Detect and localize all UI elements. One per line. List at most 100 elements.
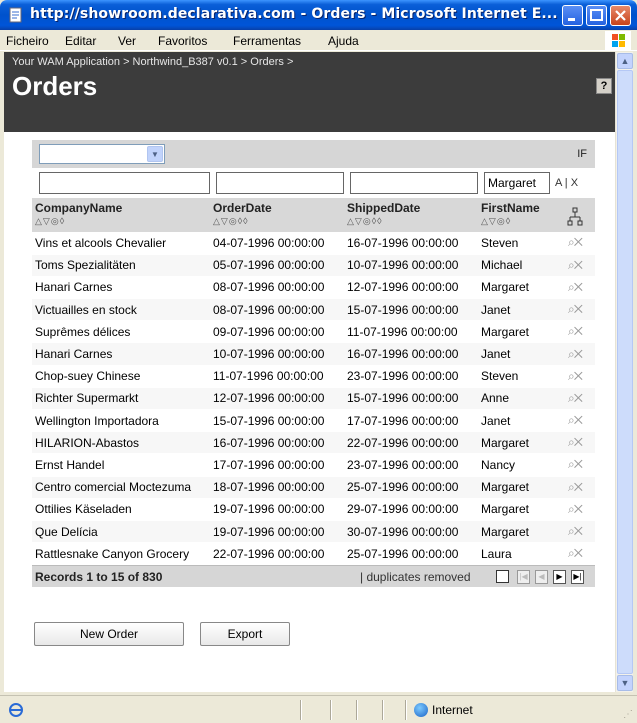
column-header-orderdate[interactable]: OrderDate △▽◎◊◊ (210, 198, 344, 232)
close-icon (615, 10, 626, 21)
row-actions: ⌕✕ (555, 320, 595, 344)
menu-ver[interactable]: Ver (118, 34, 136, 48)
resize-grip-icon[interactable]: ⋰ (623, 709, 635, 721)
status-divider (330, 700, 332, 720)
table-row[interactable]: Suprêmes délices 09-07-1996 00:00:00 11-07… (32, 320, 595, 344)
table-row[interactable]: Ottilies Käseladen 19-07-1996 00:00:00 29-… (32, 498, 595, 521)
menu-ficheiro[interactable]: Ficheiro (6, 34, 49, 48)
shippeddate-filter-input[interactable] (350, 172, 478, 194)
table-row[interactable]: Chop-suey Chinese 11-07-1996 00:00:00 23-0… (32, 365, 595, 388)
delete-x-icon[interactable]: ✕ (574, 546, 583, 560)
first-page-icon: |◀ (517, 570, 530, 585)
menu-editar[interactable]: Editar (65, 34, 96, 48)
duplicates-removed-checkbox[interactable] (496, 570, 509, 584)
delete-x-icon[interactable]: ✕ (574, 435, 583, 449)
cell-orderdate: 18-07-1996 00:00:00 (210, 476, 344, 499)
column-config-header[interactable] (555, 198, 595, 232)
company-filter-input[interactable] (39, 172, 210, 194)
delete-x-icon[interactable]: ✕ (574, 324, 583, 338)
last-page-icon[interactable]: ▶| (571, 570, 584, 585)
delete-x-icon[interactable]: ✕ (574, 413, 583, 427)
breadcrumb[interactable]: Your WAM Application > Northwind_B387 v0… (12, 56, 293, 68)
table-row[interactable]: Que Delícia 19-07-1996 00:00:00 30-07-1996… (32, 520, 595, 544)
menu-favoritos[interactable]: Favoritos (158, 34, 207, 48)
delete-x-icon[interactable]: ✕ (574, 258, 583, 272)
table-row[interactable]: Toms Spezialitäten 05-07-1996 00:00:00 10-… (32, 254, 595, 277)
table-row[interactable]: Hanari Carnes 08-07-1996 00:00:00 12-07-19… (32, 276, 595, 300)
delete-x-icon[interactable]: ✕ (574, 369, 583, 383)
cell-orderdate: 04-07-1996 00:00:00 (210, 232, 344, 255)
row-actions: ⌕✕ (555, 476, 595, 499)
row-actions: ⌕✕ (555, 409, 595, 433)
column-label[interactable]: CompanyName (35, 201, 122, 215)
if-label[interactable]: IF (577, 148, 587, 160)
table-row[interactable]: Vins et alcools Chevalier 04-07-1996 00:0… (32, 232, 595, 255)
close-button[interactable] (610, 5, 631, 26)
minimize-icon (568, 18, 575, 21)
new-order-button[interactable]: New Order (34, 622, 184, 646)
cell-orderdate: 11-07-1996 00:00:00 (210, 365, 344, 388)
column-header-companyname[interactable]: CompanyName △▽◎◊ (32, 198, 210, 232)
sort-icons[interactable]: △▽◎◊◊ (213, 216, 341, 227)
filter-row: A | X (32, 168, 595, 198)
orders-grid: ▼ IF A | X CompanyName △▽◎◊ (32, 140, 595, 588)
delete-x-icon[interactable]: ✕ (574, 480, 583, 494)
firstname-filter-input[interactable] (484, 172, 550, 194)
table-row[interactable]: HILARION-Abastos 16-07-1996 00:00:00 22-07… (32, 431, 595, 455)
scroll-down-icon[interactable]: ▼ (617, 675, 633, 691)
export-button[interactable]: Export (200, 622, 290, 646)
table-row[interactable]: Hanari Carnes 10-07-1996 00:00:00 16-07-19… (32, 342, 595, 366)
sort-icons[interactable]: △▽◎◊ (481, 216, 552, 227)
menu-ajuda[interactable]: Ajuda (328, 34, 359, 48)
delete-x-icon[interactable]: ✕ (574, 302, 583, 316)
column-label[interactable]: OrderDate (213, 201, 272, 215)
cell-shippeddate: 11-07-1996 00:00:00 (344, 320, 478, 344)
cell-shippeddate: 25-07-1996 00:00:00 (344, 542, 478, 566)
table-row[interactable]: Centro comercial Moctezuma 18-07-1996 00:… (32, 476, 595, 499)
sort-icons[interactable]: △▽◎◊ (35, 216, 207, 227)
sort-icons[interactable]: △▽◎◊◊ (347, 216, 475, 227)
column-header-shippeddate[interactable]: ShippedDate △▽◎◊◊ (344, 198, 478, 232)
maximize-button[interactable] (586, 5, 607, 26)
delete-x-icon[interactable]: ✕ (574, 347, 583, 361)
scroll-up-icon[interactable]: ▲ (617, 53, 633, 69)
column-label[interactable]: ShippedDate (347, 201, 420, 215)
browser-viewport: Your WAM Application > Northwind_B387 v0… (4, 52, 615, 692)
table-row[interactable]: Richter Supermarkt 12-07-1996 00:00:00 15-… (32, 387, 595, 411)
tree-icon[interactable] (567, 207, 583, 227)
delete-x-icon[interactable]: ✕ (574, 280, 583, 294)
delete-x-icon[interactable]: ✕ (574, 502, 583, 516)
table-row[interactable]: Ernst Handel 17-07-1996 00:00:00 23-07-199… (32, 453, 595, 477)
apply-clear-filter-links[interactable]: A | X (555, 177, 578, 189)
cell-firstname: Laura (478, 542, 555, 566)
cell-firstname: Janet (478, 298, 555, 322)
table-row[interactable]: Rattlesnake Canyon Grocery 22-07-1996 00:… (32, 542, 595, 566)
security-zone-label: Internet (432, 703, 473, 717)
table-row[interactable]: Victuailles en stock 08-07-1996 00:00:00 1… (32, 298, 595, 322)
cell-shippeddate: 15-07-1996 00:00:00 (344, 298, 478, 322)
table-row[interactable]: Wellington Importadora 15-07-1996 00:00:0… (32, 409, 595, 433)
vertical-scrollbar[interactable]: ▲ ▼ (615, 52, 633, 692)
delete-x-icon[interactable]: ✕ (574, 524, 583, 538)
page-header: Your WAM Application > Northwind_B387 v0… (4, 52, 615, 132)
window-title-bar[interactable]: http://showroom.declarativa.com - Orders… (0, 0, 637, 30)
next-page-icon[interactable]: ▶ (553, 570, 566, 585)
delete-x-icon[interactable]: ✕ (574, 391, 583, 405)
minimize-button[interactable] (562, 5, 583, 26)
delete-x-icon[interactable]: ✕ (574, 235, 583, 249)
row-actions: ⌕✕ (555, 498, 595, 521)
column-header-firstname[interactable]: FirstName △▽◎◊ (478, 198, 555, 232)
cell-orderdate: 19-07-1996 00:00:00 (210, 498, 344, 521)
scroll-thumb[interactable] (617, 70, 633, 674)
chevron-down-icon[interactable]: ▼ (147, 146, 163, 162)
orderdate-filter-input[interactable] (216, 172, 344, 194)
column-label[interactable]: FirstName (481, 201, 540, 215)
cell-firstname: Janet (478, 342, 555, 366)
menu-ferramentas[interactable]: Ferramentas (233, 34, 301, 48)
cell-companyname: Rattlesnake Canyon Grocery (32, 542, 210, 566)
view-select[interactable]: ▼ (39, 144, 165, 164)
help-button[interactable]: ? (596, 78, 612, 94)
cell-orderdate: 12-07-1996 00:00:00 (210, 387, 344, 411)
cell-firstname: Steven (478, 365, 555, 388)
delete-x-icon[interactable]: ✕ (574, 457, 583, 471)
